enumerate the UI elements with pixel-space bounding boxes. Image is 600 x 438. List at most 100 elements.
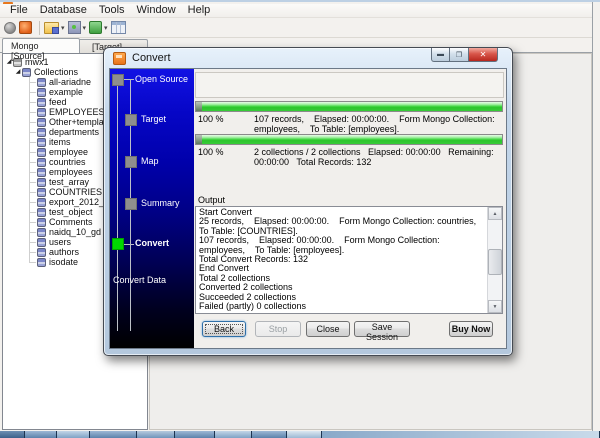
wizard-step[interactable]: Target [125,114,166,126]
collection-icon [37,158,46,167]
collection-icon [37,188,46,197]
convert-dialog-icon [113,52,126,65]
output-label: Output [198,195,225,205]
collection-progress-bar [195,101,503,112]
collapsed-panel [195,72,504,98]
output-line: 25 records, Elapsed: 00:00:00. Form Mong… [199,217,485,236]
step-marker-icon [125,198,137,210]
data-view-button[interactable] [111,21,126,34]
wizard-caption: Convert Data [113,275,166,285]
taskbar-button[interactable] [287,431,322,438]
mapping-button[interactable]: ▾ [68,21,87,34]
chevron-down-icon[interactable]: ▾ [83,24,87,32]
dialog-client-area: Open Source Target Map Summary [109,68,507,349]
collection-icon [37,248,46,257]
close-button[interactable]: Close [306,321,350,337]
tab-label: Mongo [Source] [11,41,45,61]
menu-bar: FileDatabaseToolsWindowHelp [0,4,592,18]
taskbar [0,431,600,438]
back-button[interactable]: Back [202,321,246,337]
taskbar-empty-area [322,431,600,438]
dialog-content: 100 % 107 records, Elapsed: 00:00:00. Fo… [194,69,506,348]
toolbar-separator [39,21,40,35]
collection-icon [37,128,46,137]
dialog-title: Convert [132,52,171,64]
expander-icon[interactable]: ◢ [14,67,22,77]
wizard-connector-line [117,85,118,331]
collection-icon [37,258,46,267]
grid-icon [111,21,126,34]
wizard-step[interactable]: Open Source [112,74,188,86]
minimize-button[interactable]: ▬ [431,48,450,62]
refresh-button[interactable] [19,21,32,34]
collection-icon [37,108,46,117]
run-icon [89,21,102,34]
taskbar-button[interactable] [215,431,252,438]
collection-icon [37,238,46,247]
collection-icon [37,178,46,187]
dialog-button-row: Back Stop Close Save Session Buy Now [194,321,506,339]
collection-icon [37,118,46,127]
dialog-titlebar[interactable]: Convert ▬ ❐ ✕ [104,48,512,68]
scroll-up-icon[interactable]: ▲ [488,207,502,220]
chevron-down-icon[interactable]: ▾ [61,24,65,32]
collections-icon [22,68,31,77]
taskbar-button[interactable] [252,431,287,438]
menu-item[interactable]: Database [34,4,93,17]
taskbar-button[interactable] [90,431,137,438]
collection-icon [37,148,46,157]
maximize-button[interactable]: ❐ [450,48,469,62]
output-log: Start Convert25 records, Elapsed: 00:00:… [195,206,503,314]
collection-icon [37,198,46,207]
wizard-step[interactable]: Summary [125,198,180,210]
collection-icon [37,78,46,87]
mapping-icon [68,21,81,34]
collection-icon [37,98,46,107]
tab-mongo-source[interactable]: Mongo [Source] [2,38,80,53]
run-button[interactable]: ▾ [89,21,108,34]
close-icon[interactable]: ✕ [469,48,498,62]
output-line: Failed (partly) 0 collections [199,302,485,311]
export-folder-icon [44,22,59,34]
taskbar-button[interactable] [57,431,90,438]
taskbar-start-button[interactable] [0,431,25,438]
collection-icon [37,228,46,237]
export-wizard-button[interactable]: ▾ [44,22,65,34]
stop-button: Stop [255,321,301,337]
progress-percent: 100 % [198,114,224,124]
output-line: 107 records, Elapsed: 00:00:00. Form Mon… [199,236,485,255]
save-session-button[interactable]: Save Session [354,321,410,337]
collection-icon [37,208,46,217]
connection-icon [4,22,16,34]
connect-button[interactable] [4,22,16,34]
total-progress-bar [195,134,503,145]
toolbar: ▾ ▾ ▾ [0,18,592,38]
scrollbar-thumb[interactable] [488,249,502,275]
menu-item[interactable]: Window [131,4,182,17]
menu-item[interactable]: Help [182,4,217,17]
wizard-step[interactable]: Convert [112,238,169,250]
collection-icon [37,168,46,177]
menu-item[interactable]: File [4,4,34,17]
collection-icon [37,218,46,227]
taskbar-button[interactable] [175,431,215,438]
taskbar-button[interactable] [25,431,57,438]
step-marker-icon [112,74,124,86]
step-marker-icon [125,156,137,168]
output-scrollbar[interactable]: ▲ ▼ [487,207,502,313]
buy-now-button[interactable]: Buy Now [449,321,493,337]
window-border [592,2,593,433]
collection-icon [37,138,46,147]
progress-description: 2 collections / 2 collections Elapsed: 0… [254,147,502,167]
step-marker-icon [112,238,124,250]
progress-description: 107 records, Elapsed: 00:00:00. Form Mon… [254,114,502,134]
wizard-step[interactable]: Map [125,156,159,168]
menu-item[interactable]: Tools [93,4,131,17]
taskbar-button[interactable] [137,431,175,438]
wizard-sidebar: Open Source Target Map Summary [110,69,194,348]
step-marker-icon [125,114,137,126]
refresh-icon [19,21,32,34]
convert-dialog: Convert ▬ ❐ ✕ Open Source [103,47,513,356]
scroll-down-icon[interactable]: ▼ [488,300,502,313]
chevron-down-icon[interactable]: ▾ [104,24,108,32]
